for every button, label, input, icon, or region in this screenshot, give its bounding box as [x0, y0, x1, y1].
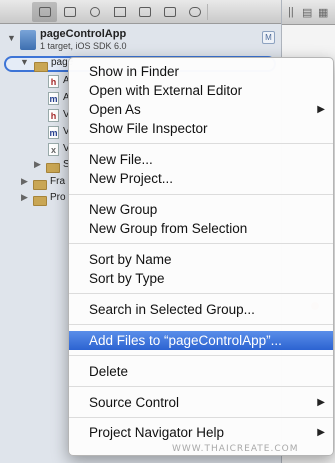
menu-separator: [69, 355, 333, 356]
menu-item-search-in-selected-group[interactable]: Search in Selected Group...: [69, 300, 333, 319]
breakpoint-icon: [163, 6, 176, 17]
menu-item-label: Delete: [89, 364, 129, 379]
hierarchy-icon: [63, 6, 76, 17]
menu-separator: [69, 194, 333, 195]
disclosure-open-icon[interactable]: ▼: [7, 33, 16, 43]
implementation-file-icon: m: [48, 92, 59, 105]
gauge-icon: [138, 6, 151, 17]
menu-item-sort-by-name[interactable]: Sort by Name: [69, 250, 333, 269]
menu-item-label: Sort by Name: [89, 252, 172, 267]
group-label: Fra: [50, 176, 65, 187]
menu-item-show-in-finder[interactable]: Show in Finder: [69, 62, 333, 81]
related-items-icon[interactable]: ▤: [302, 6, 312, 19]
menu-separator: [69, 324, 333, 325]
menu-item-sort-by-type[interactable]: Sort by Type: [69, 269, 333, 288]
menu-item-label: Search in Selected Group...: [89, 302, 255, 317]
menu-item-add-files[interactable]: Add Files to “pageControlApp”...: [69, 331, 333, 350]
symbol-navigator-tab[interactable]: [57, 2, 82, 22]
project-navigator-tab[interactable]: [32, 1, 57, 22]
folder-icon: [38, 6, 51, 17]
log-navigator-tab[interactable]: [182, 2, 207, 22]
menu-item-label: New Group from Selection: [89, 221, 248, 236]
debug-navigator-tab[interactable]: [132, 2, 157, 22]
submenu-arrow-icon: ▶: [317, 104, 325, 115]
breakpoint-navigator-tab[interactable]: [157, 2, 182, 22]
menu-item-open-as[interactable]: Open As ▶: [69, 100, 333, 119]
menu-item-label: New Project...: [89, 171, 174, 186]
jump-bar: || ▤ ▦: [282, 0, 335, 25]
menu-item-label: Add Files to “pageControlApp”...: [89, 333, 282, 348]
split-pane-icon[interactable]: ||: [288, 6, 294, 18]
menu-separator: [69, 243, 333, 244]
menu-item-label: Sort by Type: [89, 271, 165, 286]
menu-separator: [69, 293, 333, 294]
speech-bubble-icon: [188, 6, 201, 17]
header-file-icon: h: [48, 75, 59, 88]
xcode-project-icon: [20, 30, 36, 50]
submenu-arrow-icon: ▶: [317, 427, 325, 438]
project-name: pageControlApp: [40, 28, 127, 40]
menu-separator: [69, 143, 333, 144]
menu-item-label: Show File Inspector: [89, 121, 208, 136]
project-subtitle: 1 target, iOS SDK 6.0: [40, 41, 127, 51]
menu-item-new-group[interactable]: New Group: [69, 200, 333, 219]
menu-item-label: Show in Finder: [89, 64, 180, 79]
menu-separator: [69, 417, 333, 418]
menu-item-label: Open with External Editor: [89, 83, 243, 98]
menu-item-new-group-from-selection[interactable]: New Group from Selection: [69, 219, 333, 238]
menu-item-show-file-inspector[interactable]: Show File Inspector: [69, 119, 333, 138]
menu-item-label: Project Navigator Help: [89, 425, 225, 440]
disclosure-closed-icon[interactable]: ▶: [21, 192, 28, 203]
disclosure-closed-icon[interactable]: ▶: [34, 159, 41, 170]
context-menu: Show in Finder Open with External Editor…: [68, 57, 334, 456]
layout-icon[interactable]: ▦: [318, 6, 328, 19]
search-icon: [89, 6, 100, 17]
issue-navigator-tab[interactable]: [107, 2, 132, 22]
toolbar-divider: [207, 3, 208, 20]
interface-file-icon: x: [48, 143, 59, 156]
modified-badge: M: [262, 31, 275, 44]
menu-item-label: Open As: [89, 102, 141, 117]
search-navigator-tab[interactable]: [82, 2, 107, 22]
navigator-toolbar: [0, 0, 281, 24]
project-root-row[interactable]: ▼ pageControlApp 1 target, iOS SDK 6.0 M: [0, 28, 281, 54]
folder-icon: [33, 193, 47, 211]
menu-item-open-with-external-editor[interactable]: Open with External Editor: [69, 81, 333, 100]
menu-item-project-navigator-help[interactable]: Project Navigator Help ▶: [69, 423, 333, 442]
menu-separator: [69, 386, 333, 387]
watermark: WWW.THAICREATE.COM: [172, 444, 299, 454]
menu-item-label: New Group: [89, 202, 158, 217]
disclosure-closed-icon[interactable]: ▶: [21, 176, 28, 187]
menu-item-new-project[interactable]: New Project...: [69, 169, 333, 188]
disclosure-open-icon[interactable]: ▼: [20, 57, 29, 67]
submenu-arrow-icon: ▶: [317, 397, 325, 408]
header-file-icon: h: [48, 109, 59, 122]
menu-item-new-file[interactable]: New File...: [69, 150, 333, 169]
implementation-file-icon: m: [48, 126, 59, 139]
menu-item-label: Source Control: [89, 395, 180, 410]
group-label: Pro: [50, 192, 66, 203]
menu-item-delete[interactable]: Delete: [69, 362, 333, 381]
warning-icon: [113, 6, 126, 17]
menu-item-label: New File...: [89, 152, 153, 167]
menu-item-source-control[interactable]: Source Control ▶: [69, 393, 333, 412]
